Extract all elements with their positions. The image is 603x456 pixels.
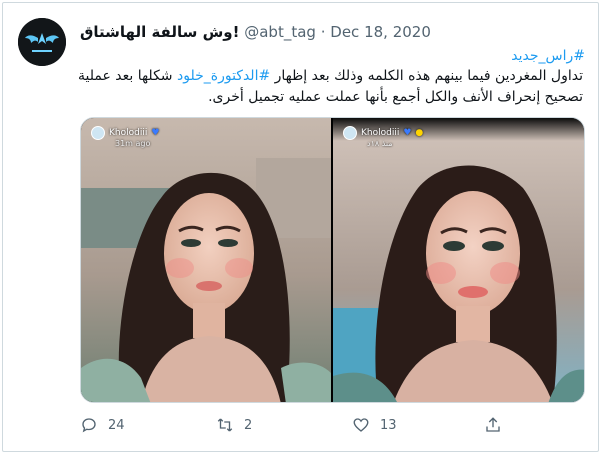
tweet-header: وش سالفة الهاشتاق! @abt_tag · Dec 18, 20… [80, 22, 431, 42]
reply-icon [82, 418, 96, 433]
heart-icon [353, 418, 369, 432]
like-count: 13 [380, 417, 397, 433]
author-avatar[interactable] [18, 18, 66, 66]
portrait-photo-right [333, 118, 584, 402]
overlay-avatar-icon [343, 126, 357, 140]
photo-left[interactable]: Kholodiii ♥ 31m ago [81, 118, 331, 402]
author-name[interactable]: وش سالفة الهاشتاق! [80, 23, 239, 41]
blue-heart-icon: ♥ [403, 128, 412, 138]
share-action[interactable] [484, 413, 502, 437]
tweet-text-part1: تداول المغردين فيما بينهم هذه الكلمه وذل… [274, 68, 583, 84]
tweet-actions: 24 2 13 [80, 413, 510, 437]
reply-count: 24 [108, 417, 125, 433]
hashtag-line: #راس_جديد [85, 46, 585, 66]
right-overlay-header: Kholodiii ♥ ● [343, 126, 423, 140]
photo-right[interactable]: Kholodiii ♥ ● منذ ١٨د [333, 118, 584, 402]
overlay-avatar-icon [91, 126, 105, 140]
author-handle[interactable]: @abt_tag [244, 23, 316, 41]
right-overlay-name: Kholodiii [361, 128, 400, 138]
media-grid[interactable]: Kholodiii ♥ 31m ago Kholodiii ♥ ● منذ ١٨… [80, 117, 585, 403]
retweet-count: 2 [244, 417, 253, 433]
portrait-photo-left [81, 118, 331, 402]
hashtag-link[interactable]: #راس_جديد [511, 48, 585, 64]
left-overlay-name: Kholodiii [109, 128, 148, 138]
left-overlay-header: Kholodiii ♥ [91, 126, 159, 140]
reply-action[interactable]: 24 [80, 413, 125, 437]
blue-heart-icon: ♥ [151, 128, 160, 138]
retweet-action[interactable]: 2 [216, 413, 252, 437]
mention-hashtag-link[interactable]: #الدكتورة_خلود [177, 68, 270, 84]
header-separator: · [320, 23, 326, 41]
like-action[interactable]: 13 [352, 413, 397, 437]
tweet-text: تداول المغردين فيما بينهم هذه الكلمه وذل… [78, 66, 583, 108]
left-overlay-time: 31m ago [115, 139, 151, 148]
winged-logo-icon [18, 18, 66, 66]
tweet-date[interactable]: Dec 18, 2020 [330, 23, 431, 41]
retweet-icon [217, 418, 233, 432]
right-overlay-time: منذ ١٨د [367, 139, 393, 148]
share-icon [486, 417, 500, 432]
yellow-dot-icon: ● [415, 128, 424, 138]
